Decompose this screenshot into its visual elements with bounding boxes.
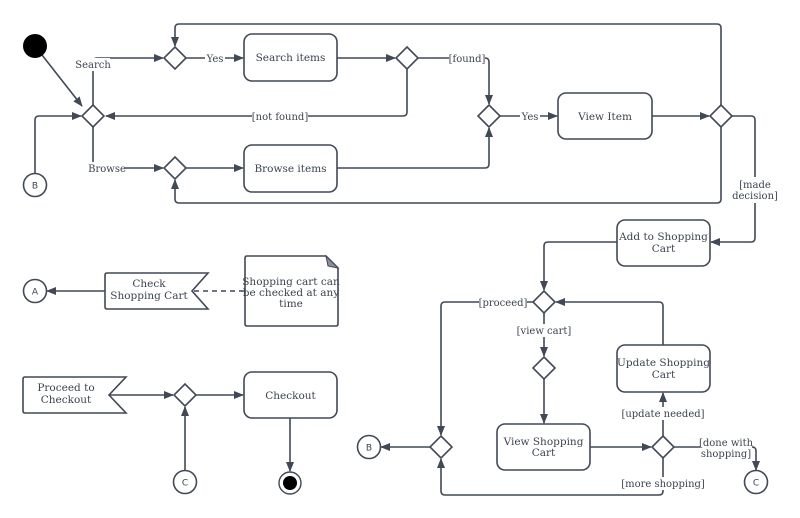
decision-node xyxy=(428,434,454,460)
edge-label-view-cart: [view cart] xyxy=(517,324,572,337)
svg-text:[done with: [done with xyxy=(699,438,754,449)
svg-text:C: C xyxy=(182,479,188,489)
svg-text:Cart: Cart xyxy=(652,243,676,255)
svg-text:[not found]: [not found] xyxy=(252,112,309,123)
svg-text:Check: Check xyxy=(132,278,166,290)
edge-proceed xyxy=(437,301,533,436)
svg-text:Browse items: Browse items xyxy=(254,163,326,175)
svg-text:Checkout: Checkout xyxy=(265,390,316,402)
svg-text:time: time xyxy=(279,298,303,310)
svg-text:Cart: Cart xyxy=(652,369,676,381)
svg-text:[update needed]: [update needed] xyxy=(621,409,704,420)
decision-node xyxy=(172,382,198,408)
decision-node xyxy=(162,45,188,71)
connector-c: C xyxy=(172,469,198,495)
svg-text:[view cart]: [view cart] xyxy=(517,326,572,337)
svg-text:[made: [made xyxy=(739,180,771,191)
connector-b: B xyxy=(356,434,382,460)
activity-diagram: Search items Browse items View Item Add … xyxy=(22,23,778,496)
edge-browse-items-to-decision xyxy=(337,127,493,169)
action-browse-items: Browse items xyxy=(243,144,338,193)
action-search-items: Search items xyxy=(243,33,338,82)
edge-label-more-shopping: [more shopping] xyxy=(621,477,705,490)
svg-text:View Item: View Item xyxy=(577,111,632,123)
connector-c: C xyxy=(743,469,769,495)
edge-label-browse: Browse xyxy=(88,162,126,175)
svg-text:Search: Search xyxy=(75,60,111,71)
svg-text:Browse: Browse xyxy=(88,164,126,175)
decision-node xyxy=(162,155,188,181)
edge-label-update-needed: [update needed] xyxy=(621,407,705,420)
svg-text:shopping]: shopping] xyxy=(701,449,751,460)
action-checkout: Checkout xyxy=(243,371,338,419)
edge-label-made-decision: [made decision] xyxy=(732,177,778,203)
svg-text:B: B xyxy=(32,182,38,192)
svg-text:Yes: Yes xyxy=(521,112,539,123)
note: Shopping cart can be checked at any time xyxy=(242,254,340,327)
svg-text:[found]: [found] xyxy=(449,54,486,65)
svg-text:Checkout: Checkout xyxy=(41,394,92,406)
initial-node xyxy=(23,34,47,58)
svg-text:A: A xyxy=(32,288,39,298)
edge-label-not-found: [not found] xyxy=(252,110,309,123)
action-update-shopping-cart: Update Shopping Cart xyxy=(616,344,711,393)
edge-label-done-shopping: [done with shopping] xyxy=(699,436,754,460)
edge-label-found: [found] xyxy=(449,52,486,65)
edge-label-yes: Yes xyxy=(520,110,540,123)
svg-text:Cart: Cart xyxy=(532,447,556,459)
action-add-to-shopping-cart: Add to Shopping Cart xyxy=(616,219,711,267)
signal-check-shopping-cart: Check Shopping Cart xyxy=(104,272,210,310)
edge-b-to-decision xyxy=(34,112,82,173)
decision-node xyxy=(531,355,557,381)
svg-text:C: C xyxy=(753,479,759,489)
decision-node xyxy=(650,434,676,460)
svg-text:[proceed]: [proceed] xyxy=(479,298,528,309)
connector-b: B xyxy=(22,172,48,198)
svg-text:Add to Shopping: Add to Shopping xyxy=(618,231,708,243)
svg-text:[more shopping]: [more shopping] xyxy=(621,479,705,490)
final-node xyxy=(278,471,302,495)
decision-node xyxy=(80,103,106,129)
edge-add-to-decision xyxy=(540,241,617,291)
action-view-shopping-cart: View Shopping Cart xyxy=(496,423,591,471)
decision-node xyxy=(531,289,557,315)
decision-node xyxy=(476,103,502,129)
svg-text:Yes: Yes xyxy=(206,54,224,65)
edge-label-proceed: [proceed] xyxy=(479,296,528,309)
connector-a: A xyxy=(22,278,48,304)
svg-text:Search items: Search items xyxy=(256,52,326,64)
svg-text:B: B xyxy=(366,444,372,454)
decision-node xyxy=(394,45,420,71)
edge-browse xyxy=(92,127,164,172)
svg-text:Shopping Cart: Shopping Cart xyxy=(110,290,188,302)
edge-label-yes: Yes xyxy=(205,52,225,65)
svg-text:Update Shopping: Update Shopping xyxy=(617,357,710,369)
edge-label-search: Search xyxy=(75,58,111,71)
svg-text:Proceed to: Proceed to xyxy=(37,382,94,394)
edge-update-to-decision xyxy=(555,298,664,345)
decision-node xyxy=(708,103,734,129)
svg-text:decision]: decision] xyxy=(732,191,778,202)
action-view-item: View Item xyxy=(557,92,653,140)
